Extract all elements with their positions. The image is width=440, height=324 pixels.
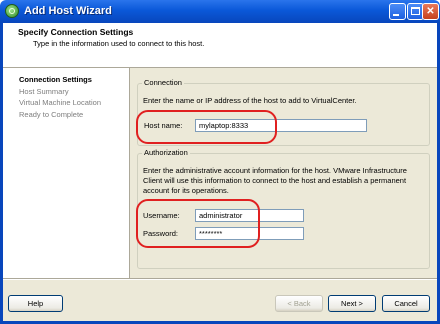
authorization-instructions-line3: account for its operations. bbox=[143, 186, 229, 195]
step-ready-to-complete: Ready to Complete bbox=[19, 110, 84, 119]
page-title: Specify Connection Settings bbox=[18, 27, 134, 37]
connection-instructions: Enter the name or IP address of the host… bbox=[143, 96, 357, 105]
footer-separator bbox=[3, 278, 437, 280]
close-button[interactable]: ✕ bbox=[422, 3, 439, 20]
back-button[interactable]: < Back bbox=[275, 295, 323, 312]
close-icon: ✕ bbox=[426, 6, 435, 17]
authorization-instructions-line2: Client will use this information to conn… bbox=[143, 176, 407, 185]
help-button[interactable]: Help bbox=[8, 295, 63, 312]
cancel-button[interactable]: Cancel bbox=[382, 295, 430, 312]
window-title: Add Host Wizard bbox=[24, 5, 112, 17]
step-connection-settings: Connection Settings bbox=[19, 75, 92, 84]
highlight-annotation-host bbox=[136, 110, 277, 144]
maximize-icon bbox=[411, 7, 420, 15]
authorization-instructions-line1: Enter the administrative account informa… bbox=[143, 166, 407, 175]
minimize-button[interactable] bbox=[389, 3, 406, 20]
highlight-annotation-credentials bbox=[136, 199, 260, 248]
vmware-app-icon bbox=[5, 4, 19, 18]
minimize-icon bbox=[393, 14, 399, 16]
step-virtual-machine-location: Virtual Machine Location bbox=[19, 98, 101, 107]
page-subtitle: Type in the information used to connect … bbox=[33, 39, 205, 48]
authorization-group-label: Authorization bbox=[142, 148, 190, 157]
connection-group-label: Connection bbox=[142, 78, 184, 87]
step-host-summary: Host Summary bbox=[19, 87, 69, 96]
next-button[interactable]: Next > bbox=[328, 295, 376, 312]
